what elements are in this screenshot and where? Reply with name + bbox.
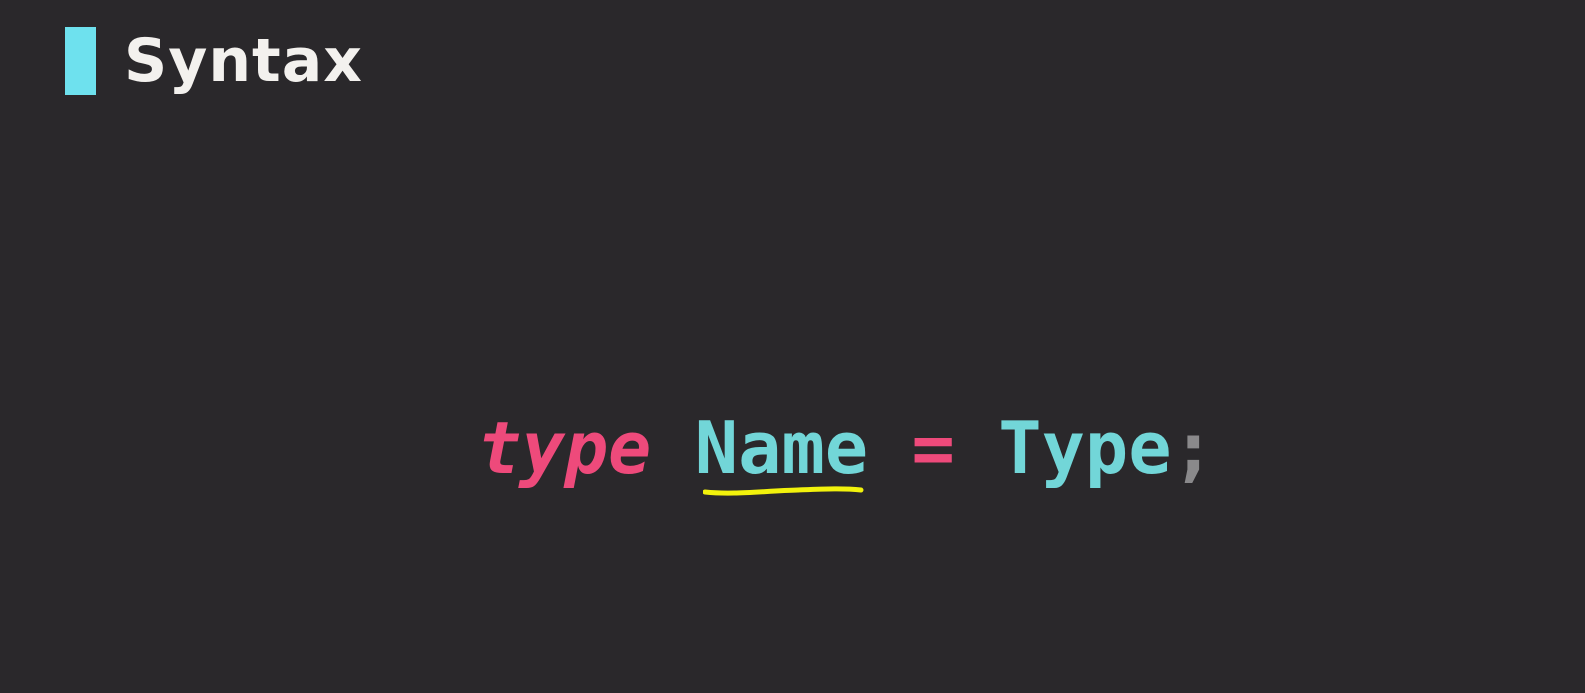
title-accent-bar <box>65 27 96 95</box>
code-snippet: type Name = Type; <box>478 412 1215 484</box>
page-title: Syntax <box>124 26 363 96</box>
slide: Syntax type Name = Type; <box>0 0 1585 693</box>
code-type-value: Type <box>998 406 1172 490</box>
highlight-underline <box>703 486 864 496</box>
code-operator: = <box>911 406 955 490</box>
code-keyword: type <box>478 406 652 490</box>
code-semicolon: ; <box>1171 406 1215 490</box>
slide-heading: Syntax <box>65 26 363 96</box>
code-type-name: Name <box>694 406 869 490</box>
